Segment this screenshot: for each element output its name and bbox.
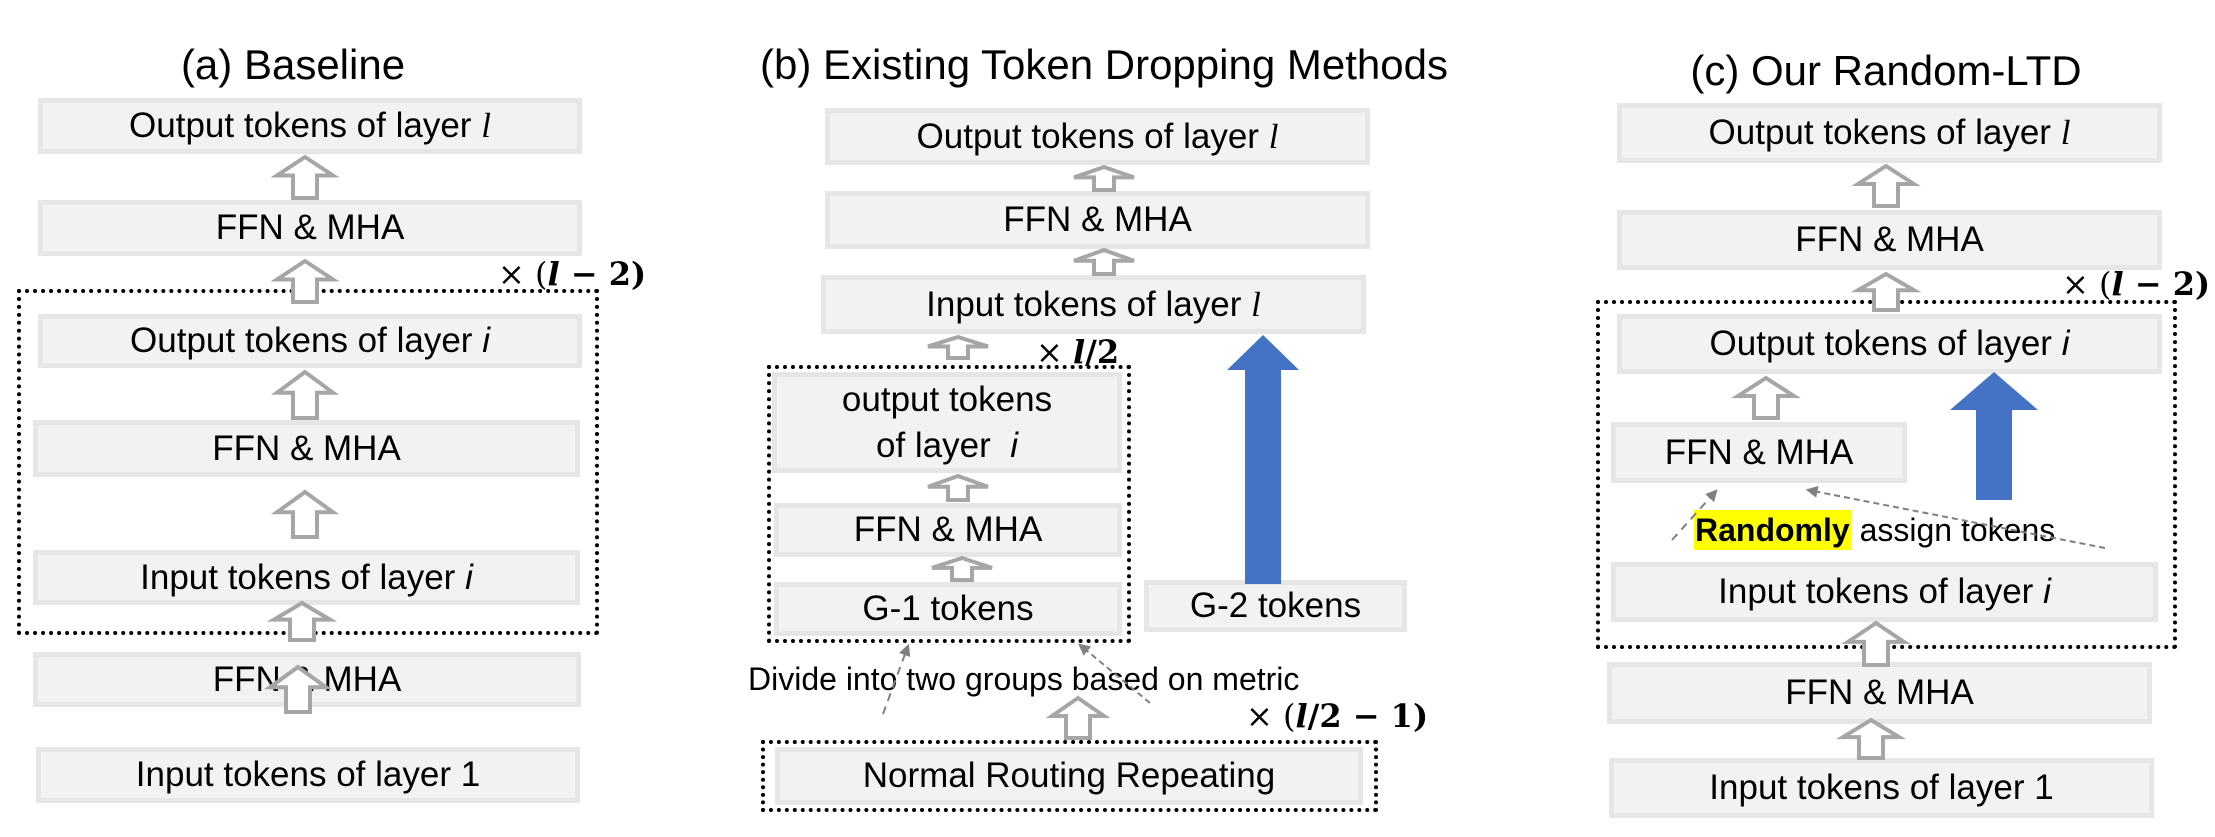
a-ffn-mha-top-box: FFN & MHA bbox=[38, 200, 582, 256]
repeat-var: l bbox=[2111, 265, 2124, 303]
c-ffn-mha-mid-box: FFN & MHA bbox=[1611, 422, 1907, 483]
box-label: FFN & MHA bbox=[1785, 673, 1974, 713]
box-label: Input tokens of layer bbox=[140, 557, 456, 597]
up-arrow-icon bbox=[1073, 164, 1135, 192]
box-label: Output tokens of layer bbox=[916, 116, 1259, 156]
box-var: i bbox=[1010, 425, 1018, 465]
box-var: l bbox=[2060, 113, 2071, 153]
panel-a-title: (a) Baseline bbox=[180, 41, 406, 88]
b-ffn-mha-top-box: FFN & MHA bbox=[825, 191, 1370, 249]
box-label: Input tokens of layer 1 bbox=[135, 755, 481, 795]
box-label: Output tokens of layer bbox=[129, 106, 472, 146]
up-arrow-icon bbox=[1045, 695, 1111, 740]
repeat-suffix: /2 − 1) bbox=[1307, 697, 1429, 735]
repeat-suffix: − 2) bbox=[559, 255, 647, 293]
a-repeat-label: × (l − 2) bbox=[498, 258, 646, 290]
box-label: FFN & MHA bbox=[212, 428, 401, 468]
box-label-line2: of layer i bbox=[876, 423, 1018, 469]
box-label: Output tokens of layer bbox=[130, 321, 473, 361]
a-output-layer-i-box: Output tokens of layer i bbox=[38, 314, 582, 368]
box-label: Normal Routing Repeating bbox=[862, 756, 1276, 796]
b-repeat-outer-label: × (l/2 − 1) bbox=[1246, 700, 1428, 732]
b-input-layer-l-box: Input tokens of layer l bbox=[821, 275, 1366, 334]
a-output-layer-l-box: Output tokens of layer l bbox=[38, 98, 582, 154]
b-output-layer-i-box: output tokens of layer i bbox=[772, 372, 1122, 473]
box-var: l bbox=[1251, 284, 1261, 324]
box-var: i bbox=[465, 557, 473, 597]
box-label: FFN & MHA bbox=[212, 659, 402, 699]
box-label: FFN & MHA bbox=[1003, 200, 1192, 240]
c-output-layer-i-box: Output tokens of layer i bbox=[1617, 314, 2162, 374]
a-ffn-mha-bottom-box: FFN & MHA bbox=[33, 652, 581, 707]
panel-b-title: (b) Existing Token Dropping Methods bbox=[760, 41, 1448, 88]
box-var: i bbox=[2043, 572, 2051, 612]
b-ffn-mha-box: FFN & MHA bbox=[774, 503, 1122, 557]
repeat-prefix: × ( bbox=[2062, 265, 2112, 303]
box-label: Output tokens of layer bbox=[1709, 324, 2052, 364]
up-arrow-icon bbox=[1835, 717, 1907, 760]
b-normal-routing-box: Normal Routing Repeating bbox=[775, 747, 1363, 805]
b-g1-tokens-box: G-1 tokens bbox=[774, 582, 1122, 636]
box-var: l bbox=[481, 106, 491, 146]
repeat-var: l bbox=[547, 255, 560, 293]
b-divide-note: Divide into two groups based on metric bbox=[748, 661, 1300, 697]
box-var: l bbox=[1268, 116, 1279, 156]
c-ffn-mha-bottom-box: FFN & MHA bbox=[1607, 662, 2152, 724]
a-ffn-mha-mid-box: FFN & MHA bbox=[33, 420, 580, 477]
c-output-layer-l-box: Output tokens of layer l bbox=[1617, 103, 2162, 163]
c-input-layer-1-box: Input tokens of layer 1 bbox=[1609, 758, 2154, 818]
box-label: Input tokens of layer 1 bbox=[1709, 768, 2054, 808]
random-note-rest: assign tokens bbox=[1850, 512, 2056, 548]
c-random-note: Randomly assign tokens bbox=[1694, 510, 2056, 550]
repeat-prefix: × ( bbox=[1246, 697, 1296, 735]
up-arrow-icon bbox=[270, 154, 340, 200]
repeat-suffix: − 2) bbox=[2123, 265, 2211, 303]
c-repeat-label: × (l − 2) bbox=[2062, 268, 2210, 300]
box-label: FFN & MHA bbox=[853, 510, 1043, 550]
box-var: i bbox=[2061, 324, 2070, 364]
a-input-layer-1-box: Input tokens of layer 1 bbox=[36, 747, 580, 803]
box-label: of layer bbox=[875, 425, 1001, 465]
randomly-highlight: Randomly bbox=[1694, 510, 1851, 550]
box-label: G-2 tokens bbox=[1189, 586, 1362, 626]
box-label: Input tokens of layer bbox=[926, 284, 1242, 324]
box-var: i bbox=[482, 321, 490, 361]
box-label: Input tokens of layer bbox=[1718, 572, 2034, 612]
box-label: FFN & MHA bbox=[1795, 220, 1984, 260]
repeat-prefix: × ( bbox=[498, 255, 548, 293]
box-label: G-1 tokens bbox=[862, 589, 1034, 629]
repeat-var: l bbox=[1295, 697, 1308, 735]
b-skip-arrow-icon bbox=[1227, 335, 1299, 584]
b-repeat-inner-label: × l/2 bbox=[1036, 336, 1119, 368]
up-arrow-icon bbox=[927, 334, 989, 360]
box-label-line1: output tokens bbox=[841, 380, 1053, 419]
box-label: FFN & MHA bbox=[1664, 432, 1854, 472]
panel-c-title: (c) Our Random-LTD bbox=[1690, 47, 2082, 94]
c-ffn-mha-top-box: FFN & MHA bbox=[1617, 210, 2162, 270]
box-label: Output tokens of layer bbox=[1708, 113, 2051, 153]
c-input-layer-i-box: Input tokens of layer i bbox=[1611, 562, 2158, 622]
up-arrow-icon bbox=[1851, 163, 1921, 208]
up-arrow-icon bbox=[1073, 247, 1135, 276]
box-label: FFN & MHA bbox=[215, 208, 405, 248]
b-output-layer-l-box: Output tokens of layer l bbox=[825, 108, 1370, 165]
a-input-layer-i-box: Input tokens of layer i bbox=[33, 550, 580, 605]
b-g2-tokens-box: G-2 tokens bbox=[1144, 580, 1407, 632]
